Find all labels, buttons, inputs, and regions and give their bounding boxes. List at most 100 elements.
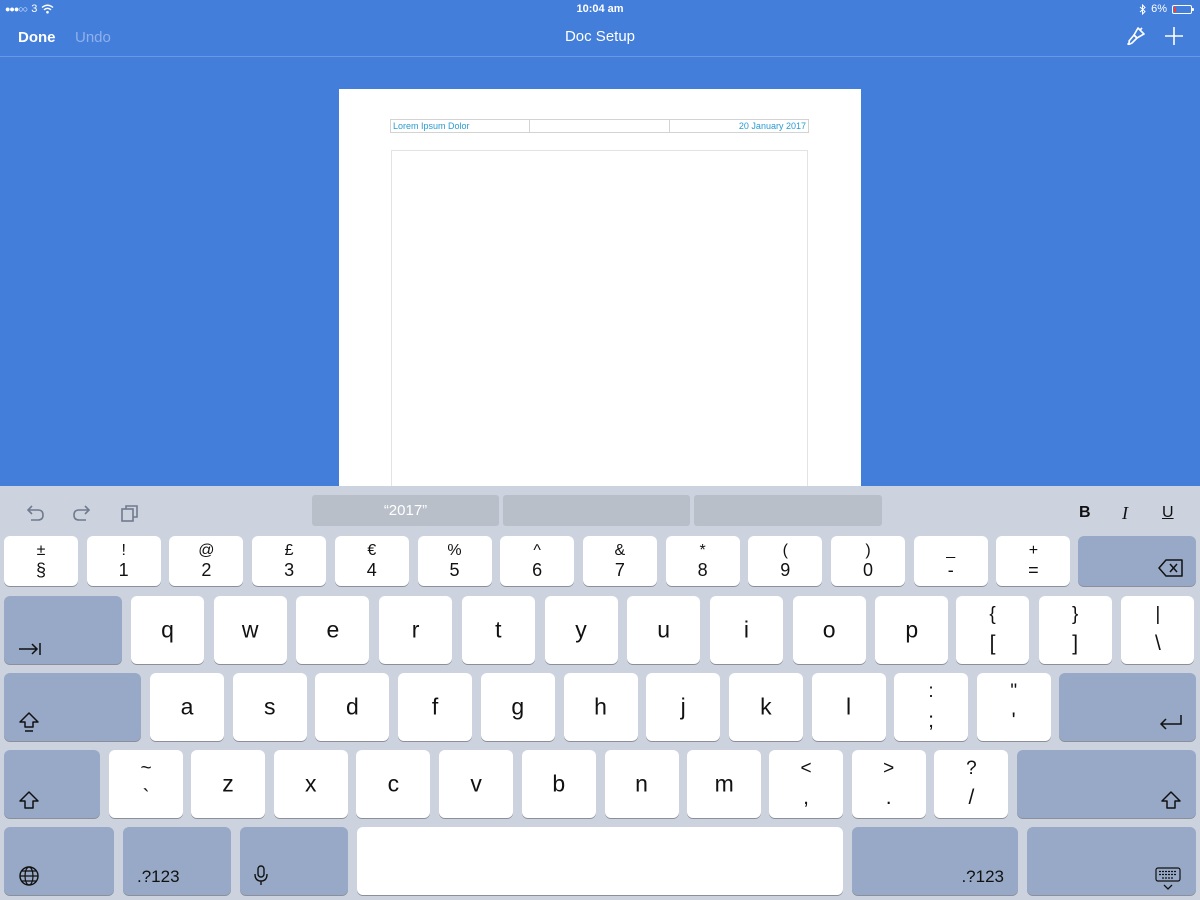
key-3-label: 3 — [284, 560, 295, 580]
key-4-label: 4 — [366, 560, 377, 580]
key-pair-1-label: [ — [989, 632, 996, 655]
key-j[interactable]: j — [646, 673, 721, 741]
redo-icon[interactable] — [70, 502, 94, 524]
paintbrush-icon[interactable] — [1125, 25, 1147, 47]
suggestion-1[interactable]: “2017” — [312, 495, 499, 526]
key-1[interactable]: ! 1 — [86, 536, 161, 586]
key-r[interactable]: r — [379, 596, 453, 664]
done-button[interactable]: Done — [18, 29, 56, 46]
key-a[interactable]: a — [150, 673, 224, 741]
key-h-label: h — [594, 693, 607, 720]
key-5[interactable]: % 5 — [417, 536, 492, 586]
keyboard: “2017” B I U ± §! 1 @2 £3 €4% 5 ^ 6 & 7 * 8(9) 0 _ - + = q… — [0, 486, 1200, 900]
key-y[interactable]: y — [544, 596, 618, 664]
key-x[interactable]: x — [273, 750, 348, 818]
key-9[interactable]: (9 — [748, 536, 823, 586]
key-b[interactable]: b — [521, 750, 596, 818]
key-pair-5-shift-label: " — [1010, 681, 1018, 702]
delete-key[interactable] — [1078, 536, 1196, 586]
key-o[interactable]: o — [792, 596, 866, 664]
key-pair-1-shift-label: { — [989, 604, 996, 625]
key-§-shift-label: ± — [36, 542, 46, 559]
key-k[interactable]: k — [728, 673, 803, 741]
battery-icon — [1172, 4, 1194, 14]
suggestion-2[interactable] — [503, 495, 690, 526]
key-0[interactable]: ) 0 — [831, 536, 905, 586]
shift-right-key[interactable] — [1017, 750, 1196, 818]
key-=[interactable]: + = — [996, 536, 1071, 586]
key-s[interactable]: s — [232, 673, 307, 741]
document-body[interactable] — [391, 150, 808, 490]
shift-icon — [1161, 791, 1181, 809]
key-pair-2-label: ] — [1072, 632, 1079, 655]
key-§[interactable]: ± § — [4, 536, 78, 586]
tab-key[interactable] — [4, 596, 122, 664]
key-z[interactable]: z — [191, 750, 265, 818]
key-pair-1[interactable]: {[ — [956, 596, 1029, 664]
key-2[interactable]: @2 — [169, 536, 244, 586]
caps-lock-icon — [19, 712, 39, 732]
numbers-key-left[interactable]: .?123 — [123, 827, 231, 895]
undo-icon[interactable] — [23, 502, 47, 524]
keyboard-shortcut-bar: “2017” B I U — [0, 486, 1200, 534]
key-6[interactable]: ^ 6 — [500, 536, 575, 586]
key-d[interactable]: d — [315, 673, 390, 741]
paste-icon[interactable] — [118, 502, 142, 524]
globe-key[interactable] — [4, 827, 114, 895]
caps-lock-key[interactable] — [4, 673, 141, 741]
hide-keyboard-key[interactable] — [1027, 827, 1196, 895]
key-tilde[interactable]: ~ ` — [109, 750, 183, 818]
numbers-key-right[interactable]: .?123 — [852, 827, 1018, 895]
key-f[interactable]: f — [398, 673, 473, 741]
space-key[interactable] — [357, 827, 843, 895]
key-e[interactable]: e — [296, 596, 370, 664]
key-c[interactable]: c — [356, 750, 431, 818]
document-page[interactable]: Lorem Ipsum Dolor 20 January 2017 — [339, 89, 861, 490]
header-cell-left[interactable]: Lorem Ipsum Dolor — [391, 120, 531, 132]
bold-button[interactable]: B — [1079, 504, 1091, 522]
key-=-label: = — [1028, 560, 1039, 580]
dictation-key[interactable] — [240, 827, 348, 895]
shift-left-key[interactable] — [4, 750, 100, 818]
key-8[interactable]: * 8 — [665, 536, 740, 586]
key-v[interactable]: v — [439, 750, 514, 818]
key-pair-6[interactable]: <, — [769, 750, 843, 818]
return-key[interactable] — [1059, 673, 1196, 741]
key-=-shift-label: + — [1028, 542, 1039, 559]
header-cell-right[interactable]: 20 January 2017 — [670, 120, 808, 132]
key-pair-2[interactable]: }] — [1038, 596, 1112, 664]
key-n[interactable]: n — [604, 750, 679, 818]
key-3[interactable]: £3 — [252, 536, 327, 586]
key-p[interactable]: p — [875, 596, 949, 664]
key-f-label: f — [431, 693, 439, 720]
add-icon[interactable] — [1163, 25, 1185, 47]
key-7[interactable]: & 7 — [582, 536, 657, 586]
key-n-label: n — [635, 770, 648, 797]
key-q[interactable]: q — [131, 596, 204, 664]
underline-button[interactable]: U — [1162, 504, 1174, 522]
key-pair-5[interactable]: " ' — [976, 673, 1051, 741]
key-h[interactable]: h — [563, 673, 638, 741]
key-w[interactable]: w — [213, 596, 287, 664]
status-time: 10:04 am — [576, 3, 624, 15]
key-u[interactable]: u — [627, 596, 701, 664]
header-table[interactable]: Lorem Ipsum Dolor 20 January 2017 — [390, 119, 809, 133]
key-pair-7[interactable]: >. — [851, 750, 926, 818]
key-pair-8[interactable]: ? / — [934, 750, 1009, 818]
key-0-label: 0 — [862, 560, 873, 580]
key--[interactable]: _ - — [913, 536, 988, 586]
suggestion-3[interactable] — [694, 495, 882, 526]
key-l[interactable]: l — [811, 673, 886, 741]
key-i[interactable]: i — [709, 596, 783, 664]
key-g[interactable]: g — [480, 673, 555, 741]
key-tilde-label: ` — [142, 786, 150, 809]
key-pair-4[interactable]: :; — [894, 673, 968, 741]
header-cell-middle[interactable] — [530, 120, 670, 132]
undo-button[interactable]: Undo — [75, 29, 111, 46]
key-j-label: j — [680, 693, 686, 720]
key-m[interactable]: m — [687, 750, 762, 818]
key-4[interactable]: €4 — [334, 536, 409, 586]
italic-button[interactable]: I — [1122, 503, 1128, 524]
key-pair-3[interactable]: | \ — [1121, 596, 1195, 664]
key-t[interactable]: t — [461, 596, 535, 664]
